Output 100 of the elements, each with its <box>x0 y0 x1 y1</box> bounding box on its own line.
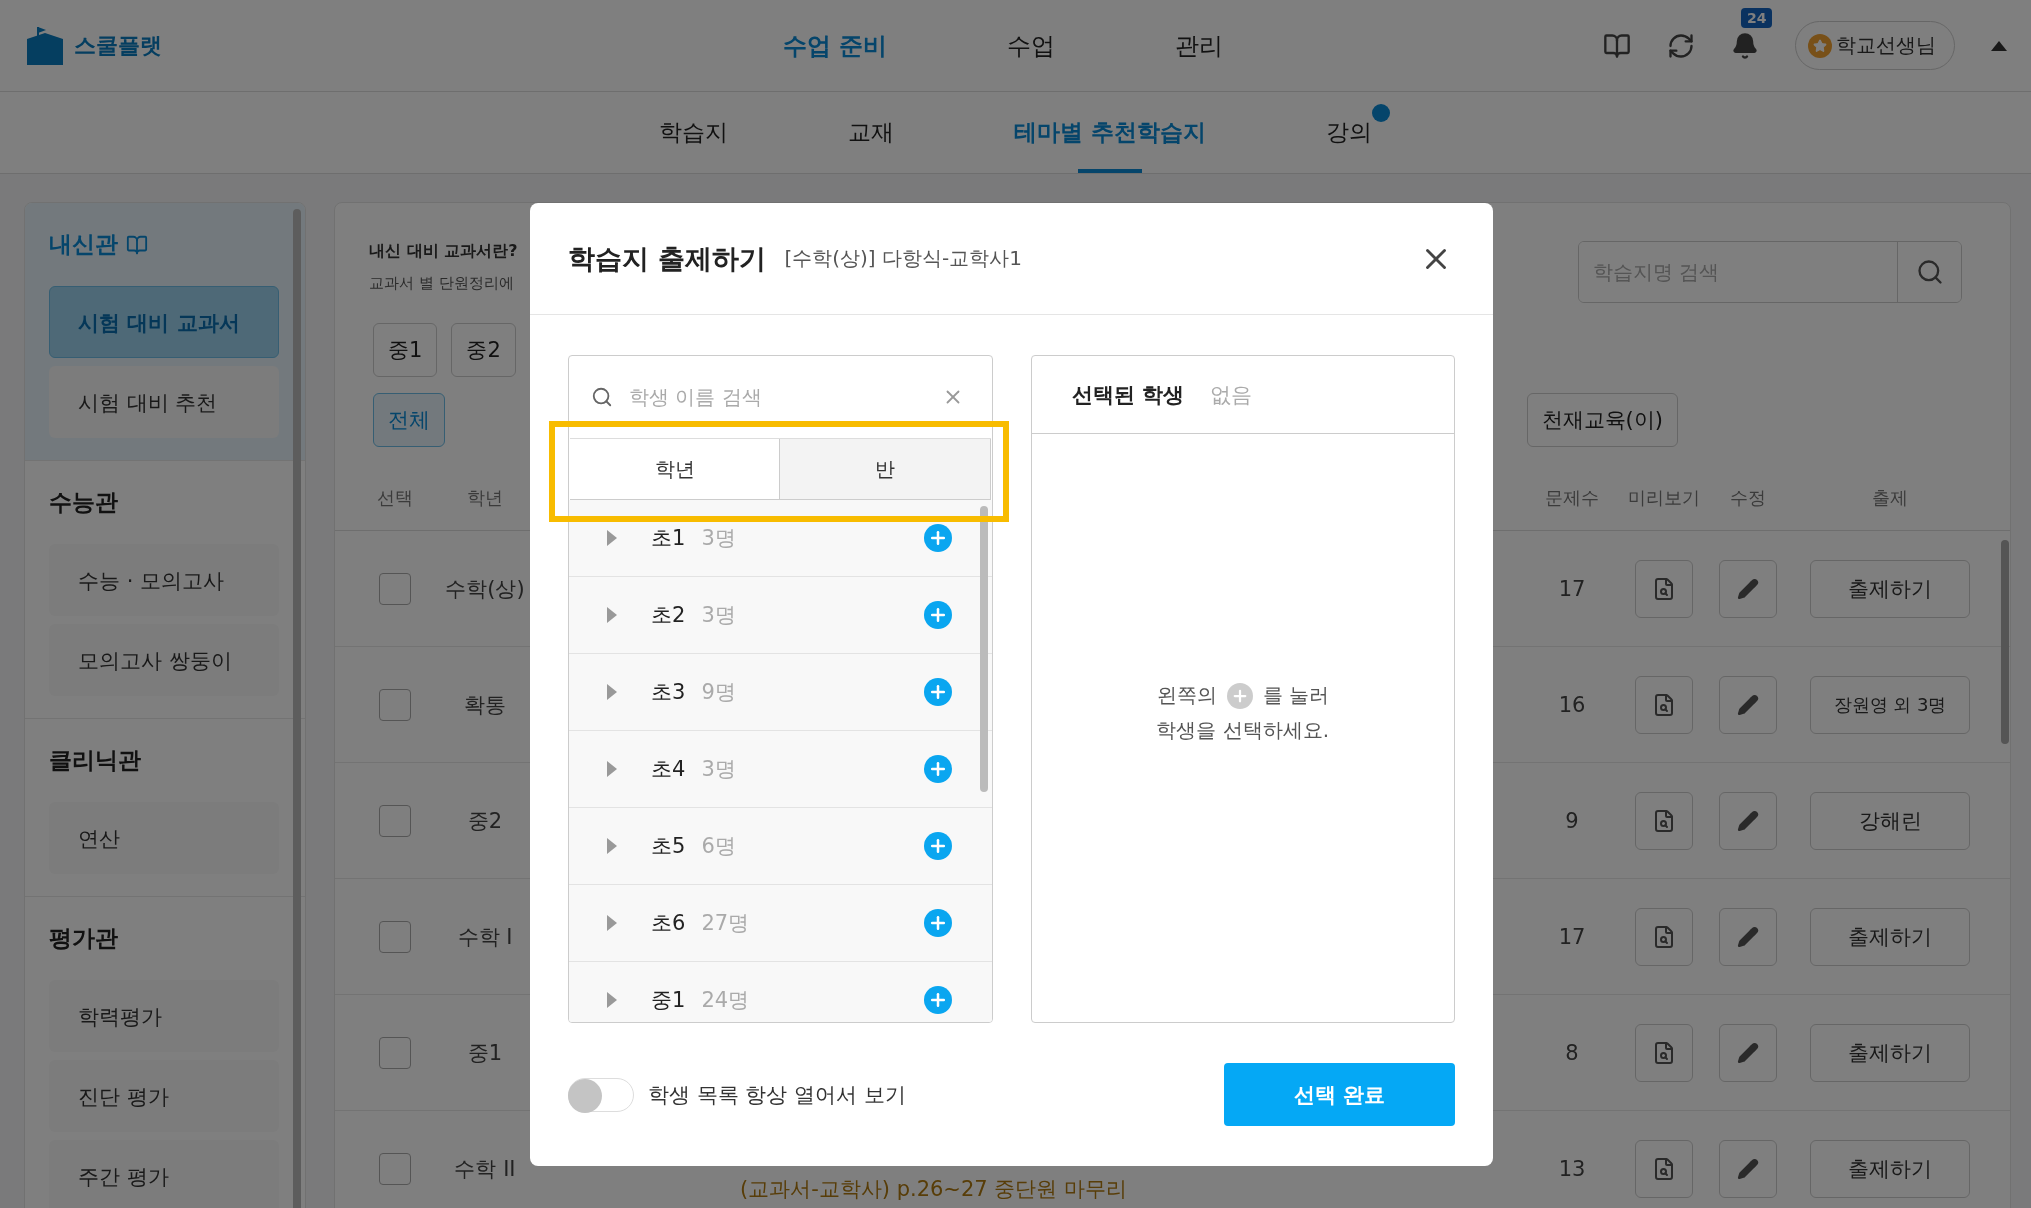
sub-tab[interactable]: 교재 <box>788 92 954 173</box>
assign-button[interactable]: 출제하기 <box>1810 559 1970 618</box>
column-header: 수정 <box>1729 485 1767 510</box>
pencil-icon <box>1737 693 1759 716</box>
publisher-filter[interactable]: 전체 <box>373 393 445 447</box>
add-button[interactable] <box>923 678 952 706</box>
group-label: 중1 <box>651 987 686 1014</box>
column-header: 학년 <box>466 485 504 510</box>
section-title: 내신관 <box>49 230 118 259</box>
sub-tab[interactable]: 학습지 <box>599 92 788 173</box>
count-cell-text: 17 <box>1557 924 1587 949</box>
edit-button[interactable] <box>1719 791 1777 850</box>
row-checkbox[interactable] <box>379 572 411 605</box>
expand-icon[interactable] <box>607 838 617 854</box>
nav-tab[interactable]: 수업 준비 <box>783 29 888 62</box>
tab[interactable]: 반 <box>780 439 991 499</box>
row-checkbox[interactable] <box>379 804 411 837</box>
book-icon[interactable] <box>1603 31 1631 60</box>
scrollbar[interactable] <box>979 506 988 792</box>
search-button[interactable] <box>1897 242 1961 302</box>
edit-button[interactable] <box>1719 1023 1777 1082</box>
hint-text: 를 눌러 <box>1262 682 1329 709</box>
preview-button[interactable] <box>1635 1023 1693 1082</box>
group-count: 24명 <box>701 987 751 1014</box>
group-count: 3명 <box>701 602 737 629</box>
expand-icon[interactable] <box>607 607 617 623</box>
star-icon <box>1813 38 1827 53</box>
document-search-icon <box>1652 692 1676 717</box>
grade-group-row[interactable]: 초3 9명 <box>569 654 992 731</box>
sub-tab[interactable]: 강의 <box>1266 92 1432 173</box>
toggle-label: 학생 목록 항상 열어서 보기 <box>648 1081 907 1109</box>
edit-button[interactable] <box>1719 675 1777 734</box>
bell-icon[interactable] <box>1731 31 1759 60</box>
expand-icon[interactable] <box>607 761 617 777</box>
group-label: 초5 <box>651 833 686 860</box>
preview-button[interactable] <box>1635 559 1693 618</box>
toggle-switch[interactable] <box>568 1077 634 1112</box>
grade-group-row[interactable]: 중1 24명 <box>569 962 992 1022</box>
modal-subtitle: [수학(상)] 다항식-교학사1 <box>784 245 1023 272</box>
expand-icon[interactable] <box>607 915 617 931</box>
column-header: 출제 <box>1871 485 1909 510</box>
assign-button[interactable]: 출제하기 <box>1810 1139 1970 1198</box>
assign-button[interactable]: 강해린 <box>1810 791 1970 850</box>
pencil-icon <box>1737 577 1759 600</box>
preview-button[interactable] <box>1635 907 1693 966</box>
expand-icon[interactable] <box>607 992 617 1008</box>
preview-button[interactable] <box>1635 1139 1693 1198</box>
grade-group-row[interactable]: 초1 3명 <box>569 500 992 577</box>
grade-group-row[interactable]: 초6 27명 <box>569 885 992 962</box>
refresh-icon[interactable] <box>1667 31 1695 60</box>
scrollbar[interactable] <box>2001 540 2009 744</box>
row-checkbox[interactable] <box>379 1152 411 1185</box>
sidebar-item[interactable]: 시험 대비 추천 <box>49 366 279 438</box>
grade-group-row[interactable]: 초5 6명 <box>569 808 992 885</box>
assign-button[interactable]: 출제하기 <box>1810 1023 1970 1082</box>
count-cell-text: 17 <box>1557 576 1587 601</box>
grade-filter[interactable]: 중1 <box>373 323 438 377</box>
grade-cell-text: 중2 <box>466 807 504 835</box>
pencil-icon <box>1737 809 1759 832</box>
caret-icon[interactable] <box>1991 40 2007 51</box>
row-checkbox[interactable] <box>379 1036 411 1069</box>
preview-button[interactable] <box>1635 675 1693 734</box>
grade-group-row[interactable]: 초2 3명 <box>569 577 992 654</box>
row-checkbox[interactable] <box>379 688 411 721</box>
document-search-icon <box>1652 576 1676 601</box>
assign-button[interactable]: 장원영 외 3명 <box>1810 675 1970 734</box>
assign-button[interactable]: 출제하기 <box>1810 907 1970 966</box>
confirm-button[interactable]: 선택 완료 <box>1224 1063 1455 1126</box>
pencil-icon <box>1737 1157 1759 1180</box>
row-checkbox[interactable] <box>379 920 411 953</box>
panel-title: 선택된 학생 <box>1071 381 1184 409</box>
nav-tab[interactable]: 수업 <box>1007 29 1056 62</box>
scrollbar[interactable] <box>293 209 301 1208</box>
edit-button[interactable] <box>1719 1139 1777 1198</box>
document-search-icon <box>1652 924 1676 949</box>
grade-cell-text: 수학 I <box>456 923 514 951</box>
section-title: 수능관 <box>49 488 118 517</box>
info-text: 교과서 별 단원정리에 <box>369 274 515 293</box>
add-button[interactable] <box>923 601 952 629</box>
edit-button[interactable] <box>1719 559 1777 618</box>
group-count: 3명 <box>701 756 737 783</box>
publisher-filter[interactable]: 천재교육(이) <box>1526 393 1678 447</box>
grade-cell-text: 수학(상) <box>445 575 525 603</box>
user-menu[interactable]: 학교선생님 <box>1795 21 1955 70</box>
add-button[interactable] <box>923 832 952 860</box>
grade-filter[interactable]: 중2 <box>451 323 516 377</box>
add-button[interactable] <box>923 755 952 783</box>
preview-button[interactable] <box>1635 791 1693 850</box>
expand-icon[interactable] <box>607 684 617 700</box>
nav-tab[interactable]: 관리 <box>1175 29 1224 62</box>
grade-group-row[interactable]: 초4 3명 <box>569 731 992 808</box>
add-button[interactable] <box>923 986 952 1014</box>
hint-text: 왼쪽의 <box>1156 682 1217 709</box>
expand-icon[interactable] <box>607 530 617 546</box>
edit-button[interactable] <box>1719 907 1777 966</box>
grade-cell-text: 수학 II <box>453 1155 517 1183</box>
add-button[interactable] <box>923 909 952 937</box>
add-button[interactable] <box>923 524 952 552</box>
sub-tab[interactable]: 테마별 추천학습지 <box>954 92 1266 173</box>
pencil-icon <box>1737 1041 1759 1064</box>
